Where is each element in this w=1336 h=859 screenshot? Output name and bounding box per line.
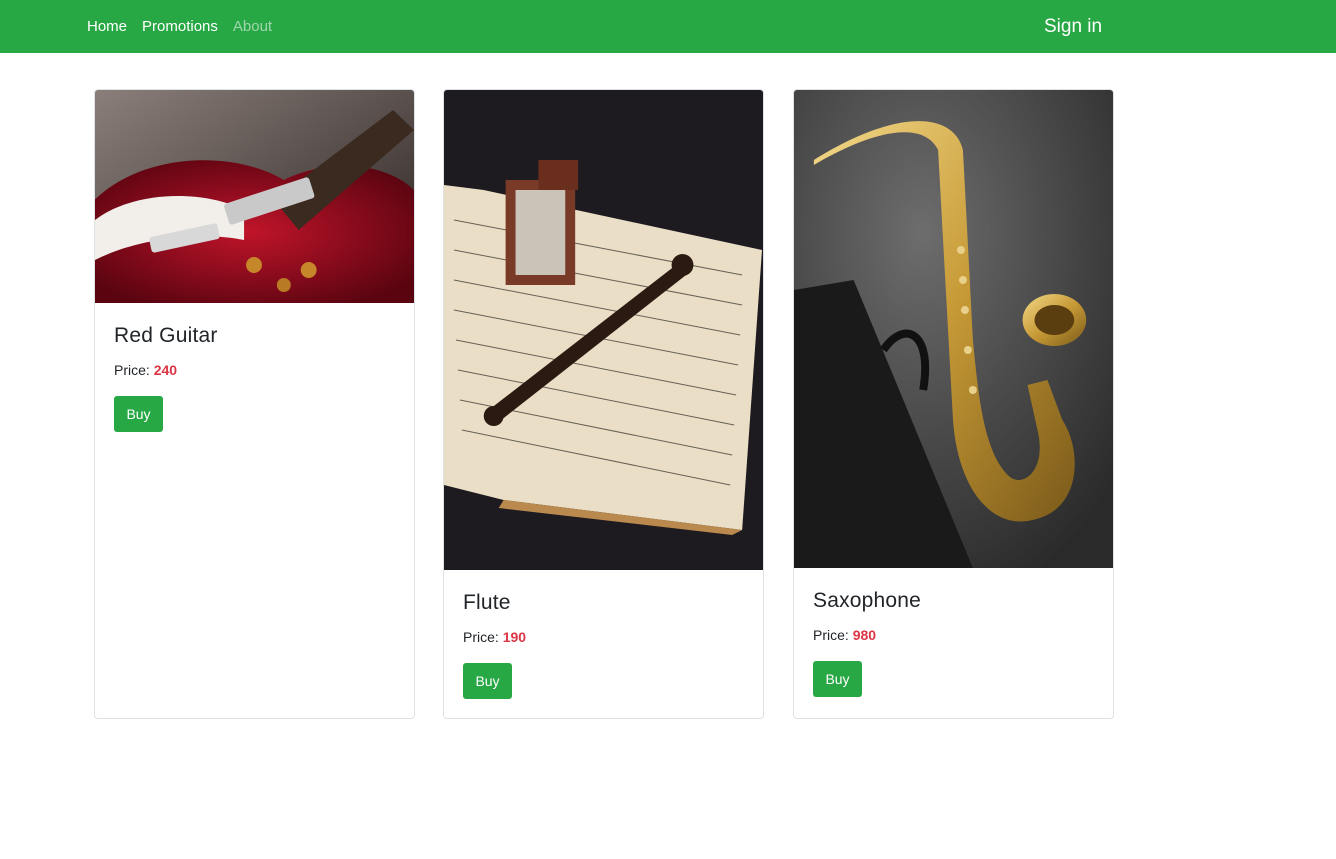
price-line: Price: 980 <box>813 627 1094 643</box>
product-card-flute: Flute Price: 190 Buy <box>443 89 764 719</box>
flute-photo <box>444 90 763 570</box>
product-title: Saxophone <box>813 589 922 612</box>
card-body: Saxophone Price: 980 Buy <box>794 568 1113 716</box>
card-body: Red Guitar Price: 240 Buy <box>95 303 414 451</box>
guitar-photo <box>95 90 414 303</box>
top-navbar: Home Promotions About Sign in <box>0 0 1336 53</box>
price-line: Price: 190 <box>463 629 744 645</box>
nav-link-promotions[interactable]: Promotions <box>142 0 218 53</box>
buy-button[interactable]: Buy <box>813 661 862 697</box>
price-label: Price: <box>114 362 150 378</box>
nav-link-home[interactable]: Home <box>87 0 127 53</box>
nav-link-about[interactable]: About <box>233 0 272 53</box>
product-title: Flute <box>463 591 511 614</box>
card-body: Flute Price: 190 Buy <box>444 570 763 718</box>
price-line: Price: 240 <box>114 362 395 378</box>
price-label: Price: <box>463 629 499 645</box>
buy-button[interactable]: Buy <box>463 663 512 699</box>
saxophone-photo <box>794 90 1113 568</box>
price-value: 980 <box>852 627 877 643</box>
buy-button[interactable]: Buy <box>114 396 163 432</box>
sign-in-link[interactable]: Sign in <box>1044 0 1102 53</box>
price-label: Price: <box>813 627 849 643</box>
price-value: 190 <box>502 629 527 645</box>
price-value: 240 <box>153 362 178 378</box>
product-card-saxophone: Saxophone Price: 980 Buy <box>793 89 1114 719</box>
product-title: Red Guitar <box>114 324 218 347</box>
product-card-red-guitar: Red Guitar Price: 240 Buy <box>94 89 415 719</box>
nav-links: Home Promotions About <box>87 0 287 53</box>
